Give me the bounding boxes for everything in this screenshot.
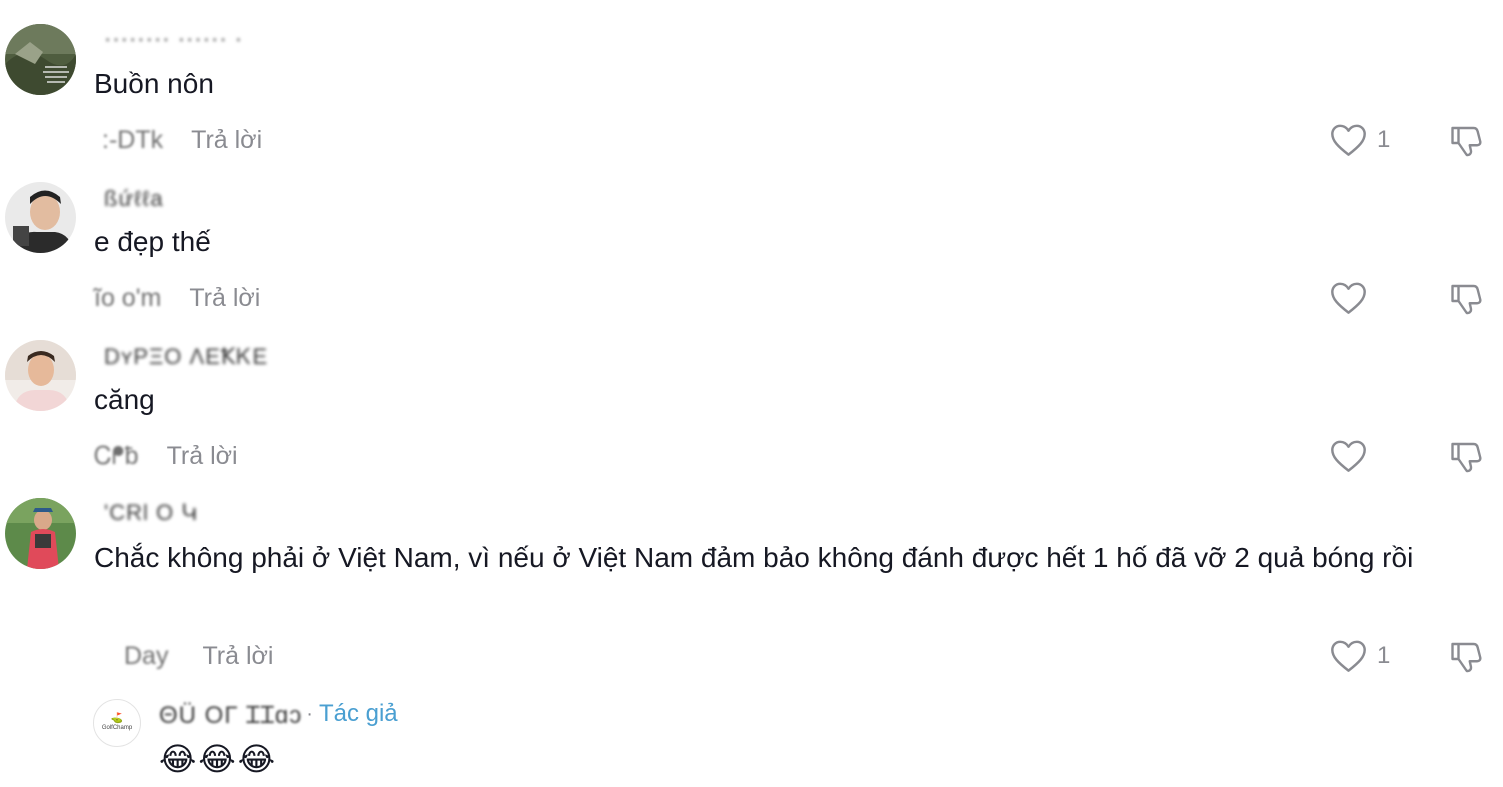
thumbs-down-icon bbox=[1451, 126, 1482, 157]
reply-username[interactable]: ΘÜ OΓ ꞮꞮɑɔ bbox=[159, 698, 302, 731]
dislike-button[interactable] bbox=[1449, 280, 1487, 316]
heart-outline-icon bbox=[1331, 282, 1366, 314]
like-count: 1 bbox=[1377, 126, 1391, 153]
reply-avatar[interactable]: ⛳ GolfChamp bbox=[93, 699, 141, 747]
avatar[interactable] bbox=[5, 498, 76, 569]
comment-text: căng bbox=[94, 384, 155, 415]
comment-text: Chắc không phải ở Việt Nam, vì nếu ở Việ… bbox=[94, 542, 1414, 573]
heart-outline-icon bbox=[1331, 124, 1366, 156]
reply-header: ΘÜ OΓ ꞮꞮɑɔ · Tác giả bbox=[159, 697, 398, 731]
reply-button[interactable]: Trả lời bbox=[202, 642, 273, 671]
comment-date: :-DTk bbox=[102, 125, 164, 154]
heart-outline-icon bbox=[1331, 440, 1366, 472]
like-button[interactable] bbox=[1330, 438, 1377, 474]
comment-meta: Ꮯᖰƀ Trả lời bbox=[94, 438, 238, 474]
thumbs-down-icon bbox=[1451, 642, 1482, 673]
comment-text: e đẹp thế bbox=[94, 226, 211, 257]
avatar[interactable] bbox=[5, 340, 76, 411]
thumbs-down-icon bbox=[1451, 284, 1482, 315]
comment-username[interactable]: DʏPΞO ɅEꝀᏦE bbox=[104, 344, 268, 370]
avatar[interactable] bbox=[5, 182, 76, 253]
comment-meta: Day Trả lời bbox=[94, 638, 274, 674]
comment-date: Ꮯᖰƀ bbox=[94, 441, 139, 470]
dislike-button[interactable] bbox=[1449, 638, 1487, 674]
comment-text: Buồn nôn bbox=[94, 68, 214, 99]
thumbs-down-icon bbox=[1451, 442, 1482, 473]
comment-meta: :-DTk Trả lời bbox=[94, 122, 262, 158]
reply-text: 😂😂😂 bbox=[159, 741, 278, 777]
like-button[interactable]: 1 bbox=[1330, 638, 1390, 674]
author-badge: Tác giả bbox=[318, 700, 398, 727]
avatar[interactable] bbox=[5, 24, 76, 95]
dislike-button[interactable] bbox=[1449, 122, 1487, 158]
dislike-button[interactable] bbox=[1449, 438, 1487, 474]
heart-outline-icon bbox=[1331, 640, 1366, 672]
comment-meta: ĩo o'm Trả lời bbox=[94, 280, 260, 316]
reply-avatar-logo-text: GolfChamp bbox=[101, 725, 133, 731]
author-reply: ⛳ GolfChamp ΘÜ OΓ ꞮꞮɑɔ · Tác giả 😂😂😂 bbox=[93, 697, 693, 777]
like-button[interactable]: 1 bbox=[1330, 122, 1390, 158]
comment-username[interactable]: 'CRƖ O Կ bbox=[104, 500, 198, 526]
like-button[interactable] bbox=[1330, 280, 1377, 316]
reply-button[interactable]: Trả lời bbox=[167, 442, 238, 471]
comment-username[interactable]: ßứℓℓa bbox=[104, 186, 164, 212]
separator-dot: · bbox=[306, 702, 313, 725]
golf-logo-icon: ⛳ bbox=[110, 713, 124, 724]
like-count: 1 bbox=[1377, 642, 1391, 669]
comment-date: Day bbox=[124, 641, 169, 670]
reply-button[interactable]: Trả lời bbox=[191, 126, 262, 155]
comment-date: ĩo o'm bbox=[94, 283, 162, 312]
comment-username[interactable]: ········ ······ · bbox=[104, 26, 243, 52]
reply-button[interactable]: Trả lời bbox=[189, 284, 260, 313]
